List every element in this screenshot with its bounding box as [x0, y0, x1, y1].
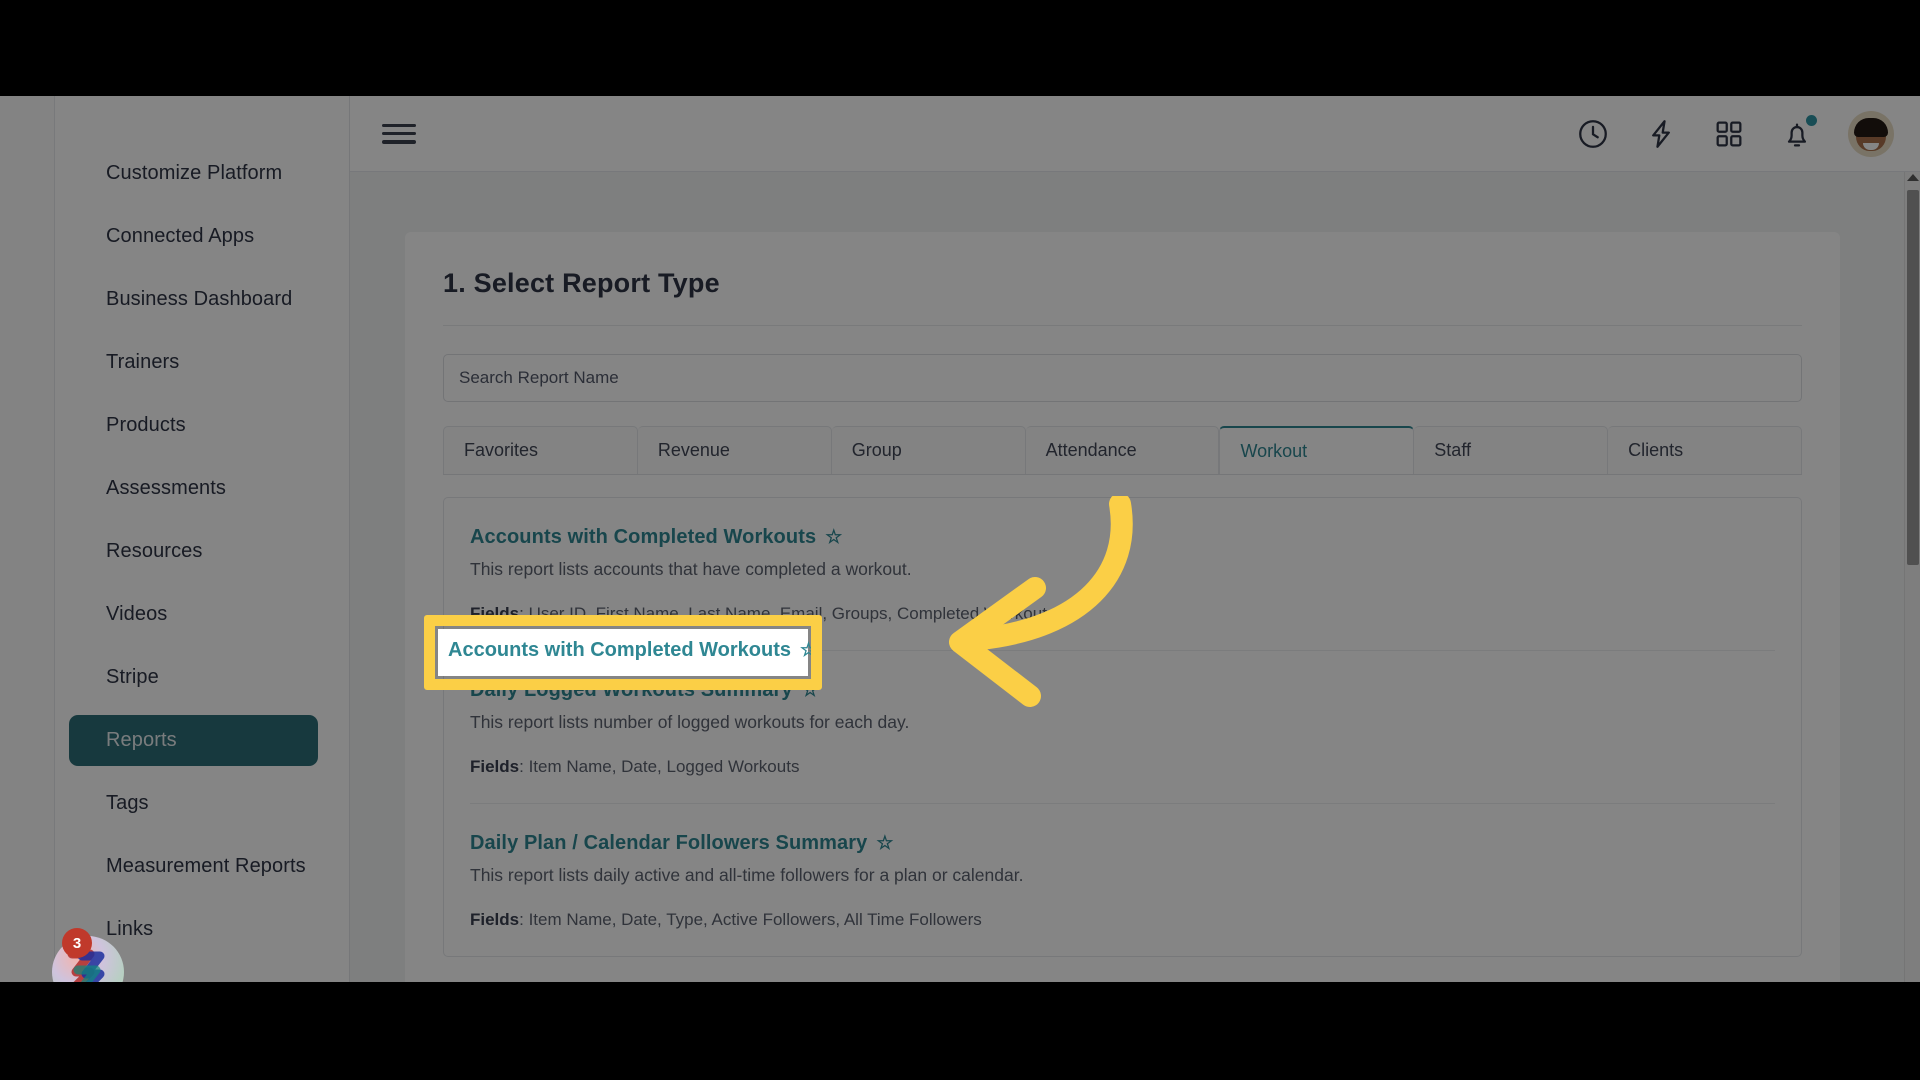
sidebar-item-label: Connected Apps	[106, 225, 255, 247]
sidebar-item-label: Assessments	[106, 477, 227, 499]
sidebar-item-label: Resources	[106, 540, 203, 562]
bell-notifications-icon[interactable]	[1780, 114, 1817, 151]
hamburger-line	[382, 123, 416, 127]
notification-dot	[1806, 114, 1817, 126]
report-fields-label: Fields	[470, 604, 520, 623]
tab-group[interactable]: Group	[831, 426, 1026, 474]
report-fields-value: : Item Name, Date, Logged Workouts	[519, 757, 800, 776]
tab-label: Revenue	[657, 440, 730, 460]
hamburger-line	[382, 131, 416, 136]
report-fields-label: Fields	[470, 910, 520, 929]
report-list: Accounts with Completed Workouts ☆ This re…	[443, 497, 1802, 957]
sidebar-item-stripe[interactable]: Stripe	[69, 652, 318, 703]
avatar-hair	[1854, 118, 1888, 138]
tab-label: Group	[851, 440, 902, 460]
avatar[interactable]	[1848, 110, 1894, 157]
favorite-star-icon[interactable]: ☆	[802, 681, 819, 700]
tab-label: Attendance	[1045, 440, 1137, 460]
sidebar-item-label: Links	[106, 918, 154, 940]
tab-favorites[interactable]: Favorites	[443, 426, 638, 474]
sidebar-item-label: Products	[106, 414, 186, 436]
tab-label: Staff	[1434, 440, 1471, 460]
report-title-text: Daily Logged Workouts Summary	[470, 679, 793, 701]
tab-attendance[interactable]: Attendance	[1025, 426, 1220, 474]
favorite-star-icon[interactable]: ☆	[876, 834, 893, 853]
sidebar-item-label: Business Dashboard	[106, 288, 293, 310]
report-title-text: Daily Plan / Calendar Followers Summary	[470, 832, 868, 854]
report-title-link[interactable]: Accounts with Completed Workouts ☆	[470, 526, 842, 549]
sidebar-icon-rail	[0, 96, 55, 982]
report-row: Daily Logged Workouts Summary ☆ This repor…	[470, 651, 1775, 804]
sidebar-item-tags[interactable]: Tags	[69, 778, 318, 829]
report-fields: Fields: Item Name, Date, Logged Workouts	[470, 757, 1775, 777]
sidebar-item-label: Tags	[106, 792, 149, 814]
search-input[interactable]	[443, 354, 1802, 402]
tab-label: Workout	[1240, 440, 1308, 461]
sidebar-nav-list: Customize Platform Connected Apps Business…	[55, 96, 350, 967]
tab-workout[interactable]: Workout	[1219, 426, 1415, 474]
sidebar-item-links[interactable]: Links	[69, 904, 318, 955]
tab-label: Favorites	[464, 440, 539, 460]
report-row: Daily Plan / Calendar Followers Summary ☆…	[470, 804, 1775, 956]
report-fields: Fields: Item Name, Date, Type, Active Fo…	[470, 910, 1775, 930]
sidebar-item-reports[interactable]: Reports	[69, 715, 318, 766]
report-description: This report lists accounts that have com…	[470, 559, 912, 579]
sidebar-item-label: Stripe	[106, 666, 159, 688]
lightning-bolt-icon[interactable]	[1644, 117, 1678, 151]
tab-staff[interactable]: Staff	[1414, 426, 1609, 474]
report-fields-value: : Item Name, Date, Type, Active Follower…	[519, 910, 982, 929]
sidebar-item-label: Customize Platform	[106, 162, 283, 184]
app-viewport: Customize Platform Connected Apps Business…	[0, 96, 1920, 982]
sidebar-item-label: Reports	[106, 729, 177, 751]
scrollbar-thumb[interactable]	[1907, 190, 1919, 565]
sidebar-item-resources[interactable]: Resources	[69, 526, 318, 577]
report-title-text: Accounts with Completed Workouts	[470, 526, 817, 548]
favorite-star-icon[interactable]: ☆	[825, 528, 842, 547]
report-type-card: 1. Select Report Type Favorites Revenue Gr…	[405, 232, 1840, 982]
scroll-up-arrow-icon[interactable]	[1906, 174, 1919, 181]
grid-apps-icon[interactable]	[1712, 117, 1746, 151]
sidebar-item-customize-platform[interactable]: Customize Platform	[69, 148, 318, 199]
sidebar-item-connected-apps[interactable]: Connected Apps	[69, 211, 318, 262]
tab-revenue[interactable]: Revenue	[637, 426, 832, 474]
tab-label: Clients	[1628, 440, 1684, 460]
report-title-link[interactable]: Daily Logged Workouts Summary ☆	[470, 679, 819, 702]
sidebar-item-videos[interactable]: Videos	[69, 589, 318, 640]
report-fields-label: Fields	[470, 757, 520, 776]
report-row: Accounts with Completed Workouts ☆ This re…	[470, 498, 1775, 651]
report-description: This report lists number of logged worko…	[470, 712, 910, 732]
sidebar-item-business-dashboard[interactable]: Business Dashboard	[69, 274, 318, 325]
sidebar-item-assessments[interactable]: Assessments	[69, 463, 318, 514]
sidebar-item-products[interactable]: Products	[69, 400, 318, 451]
sidebar: Customize Platform Connected Apps Business…	[0, 96, 350, 982]
report-fields: Fields: User ID, First Name, Last Name, …	[470, 604, 1775, 624]
vertical-scrollbar[interactable]	[1904, 172, 1920, 982]
sidebar-item-trainers[interactable]: Trainers	[69, 337, 318, 388]
top-bar	[350, 96, 1920, 172]
sidebar-item-label: Trainers	[106, 351, 180, 373]
sidebar-item-label: Videos	[106, 603, 168, 625]
report-description: This report lists daily active and all-t…	[470, 865, 1024, 885]
report-category-tabs: Favorites Revenue Group Attendance Workout St…	[443, 426, 1803, 475]
report-fields-value: : User ID, First Name, Last Name, Email,…	[519, 604, 1056, 623]
page-title: 1. Select Report Type	[443, 268, 1802, 326]
sidebar-item-label: Measurement Reports	[106, 855, 306, 877]
main-content: 1. Select Report Type Favorites Revenue Gr…	[350, 172, 1904, 982]
tab-clients[interactable]: Clients	[1608, 426, 1803, 474]
screenshot-stage: Customize Platform Connected Apps Business…	[0, 0, 1920, 1080]
report-title-link[interactable]: Daily Plan / Calendar Followers Summary ☆	[470, 832, 894, 855]
sidebar-item-measurement-reports[interactable]: Measurement Reports	[69, 841, 318, 892]
hamburger-menu-icon[interactable]	[382, 121, 416, 147]
hamburger-line	[382, 140, 416, 144]
clock-icon[interactable]	[1576, 117, 1610, 151]
top-bar-actions	[1576, 110, 1894, 157]
